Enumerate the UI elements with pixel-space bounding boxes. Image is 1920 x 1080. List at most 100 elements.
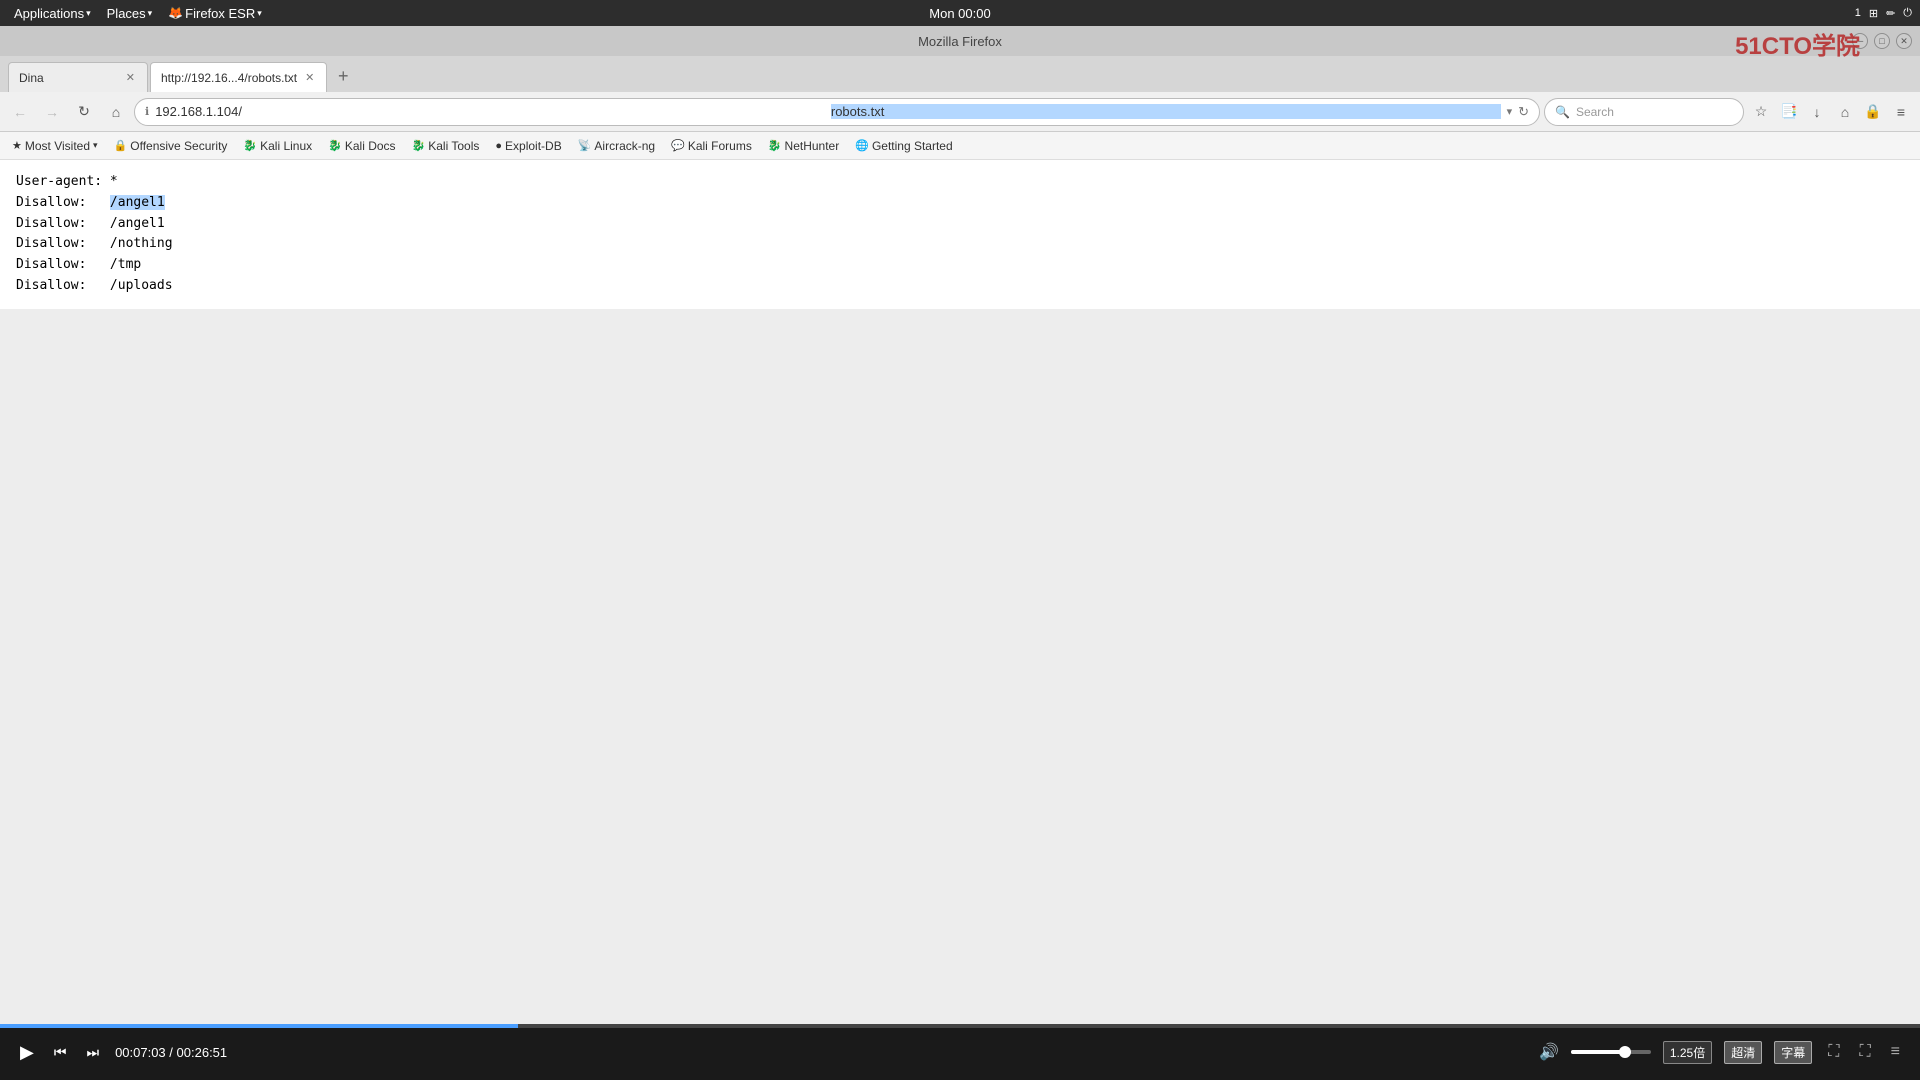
applications-arrow: ▾ (86, 8, 91, 19)
titlebar-controls: ─ □ ✕ (1852, 33, 1912, 49)
bookmark-offensive-security[interactable]: 🔒 Offensive Security (108, 137, 234, 155)
places-arrow: ▾ (148, 8, 153, 19)
download-button[interactable]: ↓ (1804, 99, 1830, 125)
reload-button[interactable]: ↻ (70, 98, 98, 126)
offensive-security-icon: 🔒 (114, 139, 128, 152)
tab-robots[interactable]: http://192.16...4/robots.txt ✕ (150, 62, 327, 92)
content-key-2: Disallow: (16, 216, 102, 231)
home-button[interactable]: ⌂ (102, 98, 130, 126)
browser-menu[interactable]: 🦊 Firefox ESR ▾ (162, 4, 268, 23)
content-line-4: Disallow: /tmp (16, 255, 1904, 276)
bookmark-most-visited[interactable]: ★ Most Visited ▾ (6, 137, 104, 155)
system-time: Mon 00:00 (929, 6, 990, 21)
content-key-0: User-agent: (16, 174, 110, 189)
system-bar: Applications ▾ Places ▾ 🦊 Firefox ESR ▾ … (0, 0, 1920, 26)
sys-icon-2: ✏ (1886, 7, 1895, 20)
nav-icons: ☆ 📑 ↓ ⌂ 🔒 ≡ (1748, 99, 1914, 125)
nethunter-icon: 🐉 (768, 139, 782, 152)
page-content: User-agent: * Disallow: /angel1 Disallow… (0, 160, 1920, 309)
content-val-1: /angel1 (110, 195, 165, 210)
kali-tools-icon: 🐉 (412, 139, 426, 152)
bookmark-kali-forums[interactable]: 💬 Kali Forums (665, 137, 758, 155)
nav-bar: ← → ↻ ⌂ ℹ 192.168.1.104/robots.txt ▾ ↻ 🔍… (0, 92, 1920, 132)
kali-docs-icon: 🐉 (328, 139, 342, 152)
settings-icon[interactable]: ⛶ (1824, 1039, 1843, 1065)
volume-slider[interactable] (1571, 1050, 1651, 1054)
bookmark-nethunter[interactable]: 🐉 NetHunter (762, 137, 845, 155)
menu-button[interactable]: ≡ (1888, 99, 1914, 125)
content-val-5: /uploads (110, 278, 173, 293)
bookmark-kali-linux[interactable]: 🐉 Kali Linux (237, 137, 318, 155)
getting-started-icon: 🌐 (855, 139, 869, 152)
content-line-1: Disallow: /angel1 (16, 193, 1904, 214)
applications-label: Applications (14, 6, 84, 21)
url-reload[interactable]: ↻ (1518, 104, 1529, 120)
speed-badge[interactable]: 1.25倍 (1663, 1041, 1712, 1064)
bookmarks-bar: ★ Most Visited ▾ 🔒 Offensive Security 🐉 … (0, 132, 1920, 160)
sync-button[interactable]: 🔒 (1860, 99, 1886, 125)
tab-dina-label: Dina (19, 71, 44, 85)
playlist-icon[interactable]: ≡ (1887, 1039, 1904, 1065)
aircrack-icon: 📡 (578, 139, 592, 152)
content-line-0: User-agent: * (16, 172, 1904, 193)
volume-icon: 🔊 (1539, 1042, 1559, 1062)
security-icon: ℹ (145, 105, 149, 118)
bookmark-getting-started[interactable]: 🌐 Getting Started (849, 137, 958, 155)
star-button[interactable]: ☆ (1748, 99, 1774, 125)
firefox-title: Mozilla Firefox (918, 34, 1002, 49)
most-visited-icon: ★ (12, 139, 22, 152)
applications-menu[interactable]: Applications ▾ (8, 4, 97, 23)
places-menu[interactable]: Places ▾ (101, 4, 159, 23)
tab-bar: Dina ✕ http://192.16...4/robots.txt ✕ + (0, 56, 1920, 92)
bookmark-kali-docs[interactable]: 🐉 Kali Docs (322, 137, 401, 155)
watermark: 51CTO学院 (1735, 26, 1860, 61)
time-current: 00:07:03 (115, 1045, 166, 1060)
video-progress-bar[interactable] (0, 1024, 1920, 1028)
content-val-4: /tmp (110, 257, 141, 272)
content-val-0: * (110, 174, 118, 189)
bookmark-aircrack[interactable]: 📡 Aircrack-ng (572, 137, 661, 155)
play-button[interactable]: ▶ (16, 1038, 38, 1067)
forward-button[interactable]: → (38, 98, 66, 126)
content-line-2: Disallow: /angel1 (16, 214, 1904, 235)
tab-robots-label: http://192.16...4/robots.txt (161, 71, 297, 85)
video-player-bar: ▶ ⏮ ⏭ 00:07:03 / 00:26:51 🔊 1.25倍 超清 字幕 … (0, 1024, 1920, 1080)
close-button[interactable]: ✕ (1896, 33, 1912, 49)
home-nav-button[interactable]: ⌂ (1832, 99, 1858, 125)
bookmark-button[interactable]: 📑 (1776, 99, 1802, 125)
kali-forums-icon: 💬 (671, 139, 685, 152)
hd-badge[interactable]: 超清 (1724, 1041, 1762, 1064)
back-button[interactable]: ← (6, 98, 34, 126)
bookmark-kali-tools[interactable]: 🐉 Kali Tools (406, 137, 486, 155)
tab-dina[interactable]: Dina ✕ (8, 62, 148, 92)
url-base: 192.168.1.104/ (155, 104, 825, 119)
exploit-db-icon: ● (495, 140, 502, 152)
address-bar[interactable]: ℹ 192.168.1.104/robots.txt ▾ ↻ (134, 98, 1540, 126)
video-progress-fill (0, 1024, 518, 1028)
url-dropdown[interactable]: ▾ (1507, 105, 1513, 118)
sys-icon-1: ⊞ (1869, 7, 1878, 20)
maximize-button[interactable]: □ (1874, 33, 1890, 49)
bookmark-exploit-db[interactable]: ● Exploit-DB (489, 137, 567, 155)
content-line-3: Disallow: /nothing (16, 234, 1904, 255)
new-tab-button[interactable]: + (329, 62, 357, 90)
tab-robots-close[interactable]: ✕ (303, 69, 316, 86)
browser-label: Firefox ESR (185, 6, 255, 21)
tab-dina-close[interactable]: ✕ (124, 69, 137, 86)
fullscreen-icon[interactable]: ⛶ (1855, 1039, 1874, 1065)
content-val-2: /angel1 (110, 216, 165, 231)
search-icon: 🔍 (1555, 105, 1570, 119)
content-key-4: Disallow: (16, 257, 102, 272)
time-separator: / (169, 1045, 176, 1060)
sys-icon-3: ⏻ (1903, 7, 1912, 20)
content-key-1: Disallow: (16, 195, 102, 210)
video-time: 00:07:03 / 00:26:51 (115, 1045, 227, 1060)
subtitle-badge[interactable]: 字幕 (1774, 1041, 1812, 1064)
search-bar[interactable]: 🔍 Search (1544, 98, 1744, 126)
next-button[interactable]: ⏭ (82, 1040, 103, 1065)
prev-button[interactable]: ⏮ (50, 1040, 71, 1065)
browser-arrow: ▾ (257, 8, 262, 19)
content-key-5: Disallow: (16, 278, 102, 293)
volume-thumb (1619, 1046, 1631, 1058)
system-bar-right: 1 ⊞ ✏ ⏻ (1855, 7, 1912, 20)
